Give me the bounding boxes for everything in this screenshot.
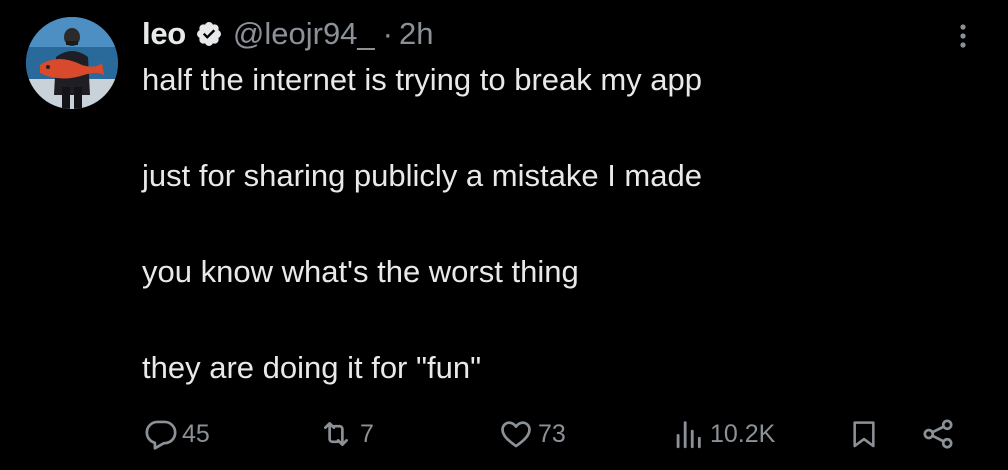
author-handle[interactable]: @leojr94_ (233, 16, 375, 52)
share-icon (918, 417, 958, 451)
repost-icon (316, 417, 356, 451)
views-button[interactable]: 10.2K (670, 414, 775, 454)
views-count: 10.2K (710, 419, 776, 448)
tweet-line: just for sharing publicly a mistake I ma… (142, 158, 702, 193)
action-bar: 45 7 73 10.2K (0, 414, 1008, 454)
tweet-header: leo @leojr94_ · 2h (142, 14, 433, 54)
post-time[interactable]: 2h (399, 16, 433, 52)
like-button[interactable]: 73 (498, 414, 566, 454)
bookmark-button[interactable] (848, 414, 880, 454)
like-count: 73 (538, 419, 566, 448)
tweet-text: half the internet is trying to break my … (142, 56, 962, 392)
bookmark-icon (848, 417, 880, 451)
avatar-photo (26, 17, 118, 109)
author-name[interactable]: leo (142, 16, 186, 52)
repost-button[interactable]: 7 (316, 414, 374, 454)
tweet-line: half the internet is trying to break my … (142, 62, 703, 97)
tweet-line: you know what's the worst thing (142, 254, 579, 289)
views-icon (670, 417, 706, 451)
more-options-icon[interactable] (950, 20, 976, 52)
verified-badge-icon (195, 20, 223, 48)
repost-count: 7 (360, 419, 374, 448)
heart-icon (498, 417, 534, 451)
tweet-line: they are doing it for "fun" (142, 350, 482, 385)
avatar[interactable] (26, 17, 118, 109)
separator-dot: · (382, 16, 393, 51)
share-button[interactable] (918, 414, 958, 454)
reply-icon (144, 417, 178, 451)
reply-count: 45 (182, 419, 210, 448)
tweet: leo @leojr94_ · 2h half the internet is … (0, 0, 1008, 470)
reply-button[interactable]: 45 (144, 414, 210, 454)
